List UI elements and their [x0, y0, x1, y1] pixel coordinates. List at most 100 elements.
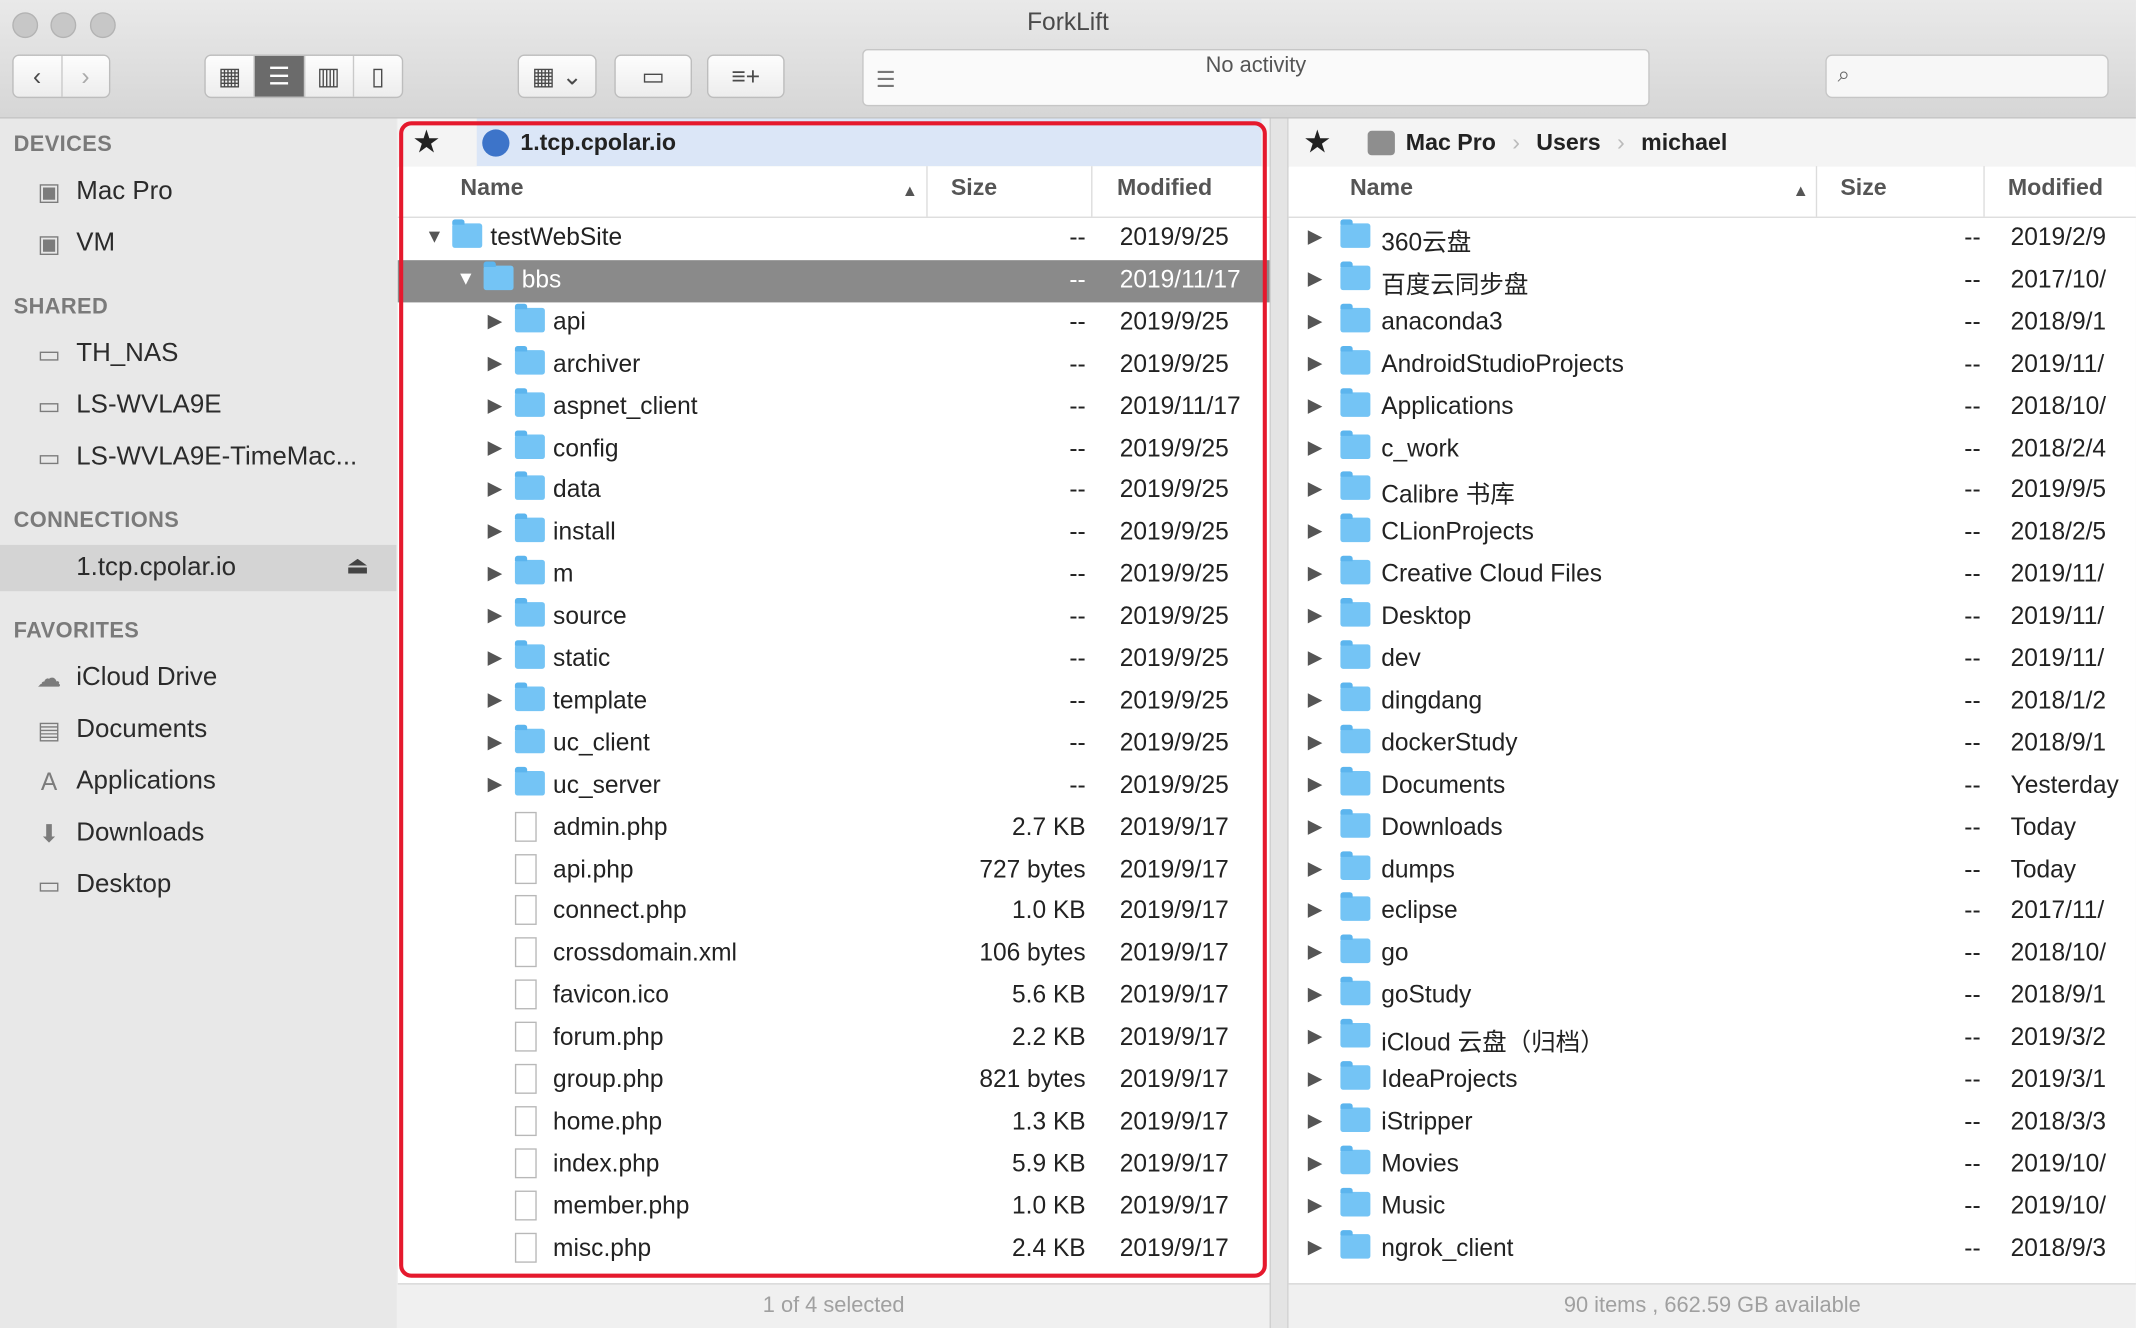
table-row[interactable]: group.php 821 bytes 2019/9/17: [398, 1060, 1270, 1102]
table-row[interactable]: ▶ anaconda3 -- 2018/9/1: [1289, 302, 2136, 344]
disclosure-collapsed-icon[interactable]: ▶: [488, 393, 503, 416]
eject-icon[interactable]: ⏏: [346, 552, 369, 581]
add-favorite-button[interactable]: ≡+: [706, 54, 785, 99]
table-row[interactable]: ▶ uc_server -- 2019/9/25: [398, 765, 1270, 807]
table-row[interactable]: ▶ archiver -- 2019/9/25: [398, 344, 1270, 386]
table-row[interactable]: ▶ Documents -- Yesterday: [1289, 765, 2136, 807]
table-row[interactable]: ▶ 百度云同步盘 -- 2017/10/: [1289, 260, 2136, 302]
search-input[interactable]: ⌕: [1825, 54, 2109, 99]
breadcrumb-item[interactable]: 1.tcp.cpolar.io: [520, 129, 676, 156]
table-row[interactable]: ▶ 360云盘 -- 2019/2/9: [1289, 218, 2136, 260]
disclosure-collapsed-icon[interactable]: ▶: [1308, 1193, 1323, 1216]
disclosure-collapsed-icon[interactable]: ▶: [1308, 519, 1323, 542]
table-row[interactable]: ▼ bbs -- 2019/11/17: [397, 260, 1270, 303]
table-row[interactable]: ▶ static -- 2019/9/25: [398, 639, 1270, 681]
disclosure-collapsed-icon[interactable]: ▶: [1308, 435, 1323, 458]
table-row[interactable]: ▶ dumps -- Today: [1289, 849, 2136, 891]
disclosure-collapsed-icon[interactable]: ▶: [1308, 814, 1323, 837]
disclosure-collapsed-icon[interactable]: ▶: [1308, 1067, 1323, 1090]
arrange-button[interactable]: ▦ ⌄: [517, 54, 597, 99]
sidebar-item-vm[interactable]: ▣ VM: [30, 221, 115, 267]
disclosure-collapsed-icon[interactable]: ▶: [488, 309, 503, 332]
disclosure-collapsed-icon[interactable]: ▶: [1308, 940, 1323, 963]
disclosure-collapsed-icon[interactable]: ▶: [488, 604, 503, 627]
disclosure-collapsed-icon[interactable]: ▶: [1308, 225, 1323, 248]
sidebar-item-ls-wvla9e[interactable]: ▭ LS-WVLA9E: [30, 383, 222, 429]
table-row[interactable]: ▶ c_work -- 2018/2/4: [1289, 428, 2136, 470]
table-row[interactable]: ▶ goStudy -- 2018/9/1: [1289, 976, 2136, 1018]
disclosure-collapsed-icon[interactable]: ▶: [1308, 477, 1323, 500]
disclosure-collapsed-icon[interactable]: ▶: [1308, 688, 1323, 711]
table-row[interactable]: crossdomain.xml 106 bytes 2019/9/17: [398, 934, 1270, 976]
column-modified[interactable]: Modified: [1117, 174, 1212, 201]
table-row[interactable]: ▶ Downloads -- Today: [1289, 807, 2136, 849]
table-row[interactable]: ▶ CLionProjects -- 2018/2/5: [1289, 513, 2136, 555]
table-row[interactable]: ▶ dingdang -- 2018/1/2: [1289, 681, 2136, 723]
disclosure-collapsed-icon[interactable]: ▶: [488, 519, 503, 542]
disclosure-collapsed-icon[interactable]: ▶: [488, 688, 503, 711]
table-row[interactable]: api.php 727 bytes 2019/9/17: [398, 849, 1270, 891]
table-row[interactable]: ▶ Desktop -- 2019/11/: [1289, 597, 2136, 639]
activity-panel[interactable]: ☰ No activity: [862, 49, 1650, 107]
disclosure-collapsed-icon[interactable]: ▶: [1308, 393, 1323, 416]
sidebar-item-mac-pro[interactable]: ▣ Mac Pro: [30, 169, 173, 215]
column-name[interactable]: Name: [1350, 174, 1413, 201]
disclosure-collapsed-icon[interactable]: ▶: [488, 730, 503, 753]
connect-button[interactable]: ▭: [614, 54, 692, 99]
forward-button[interactable]: ›: [62, 56, 109, 97]
sidebar-item-ls-wvla9e-timemachine[interactable]: ▭ LS-WVLA9E-TimeMac...: [30, 435, 357, 481]
table-row[interactable]: ▶ uc_client -- 2019/9/25: [398, 723, 1270, 765]
table-row[interactable]: ▶ aspnet_client -- 2019/11/17: [398, 386, 1270, 428]
disclosure-collapsed-icon[interactable]: ▶: [1308, 646, 1323, 669]
back-button[interactable]: ‹: [14, 55, 62, 97]
disclosure-collapsed-icon[interactable]: ▶: [1308, 267, 1323, 290]
table-row[interactable]: ▶ Music -- 2019/10/: [1289, 1186, 2136, 1228]
table-row[interactable]: ▶ Creative Cloud Files -- 2019/11/: [1289, 555, 2136, 597]
disclosure-collapsed-icon[interactable]: ▶: [1308, 1235, 1323, 1258]
coverflow-view-button[interactable]: ▯: [354, 56, 402, 97]
table-row[interactable]: ▶ install -- 2019/9/25: [398, 513, 1270, 555]
column-size[interactable]: Size: [1840, 174, 1886, 201]
sidebar-item-cpolar-connection[interactable]: 1.tcp.cpolar.io: [76, 545, 236, 591]
table-row[interactable]: member.php 1.0 KB 2019/9/17: [398, 1186, 1270, 1228]
sidebar-item-applications[interactable]: A Applications: [30, 759, 216, 805]
table-row[interactable]: ▶ iStripper -- 2018/3/3: [1289, 1102, 2136, 1144]
table-row[interactable]: ▶ iCloud 云盘（归档） -- 2019/3/2: [1289, 1018, 2136, 1060]
sidebar-item-th-nas[interactable]: ▭ TH_NAS: [30, 331, 178, 377]
favorites-star-icon[interactable]: ★: [414, 119, 438, 167]
breadcrumb-item[interactable]: michael: [1641, 129, 1727, 156]
table-row[interactable]: ▶ ngrok_client -- 2018/9/3: [1289, 1228, 2136, 1270]
disclosure-expanded-icon[interactable]: ▼: [425, 225, 444, 247]
table-row[interactable]: ▶ config -- 2019/9/25: [398, 428, 1270, 470]
column-name[interactable]: Name: [460, 174, 523, 201]
icon-view-button[interactable]: ▦: [206, 55, 256, 97]
table-row[interactable]: index.php 5.9 KB 2019/9/17: [398, 1144, 1270, 1186]
disclosure-collapsed-icon[interactable]: ▶: [1308, 856, 1323, 879]
disclosure-collapsed-icon[interactable]: ▶: [1308, 730, 1323, 753]
favorites-star-icon[interactable]: ★: [1305, 119, 1329, 167]
sidebar-item-documents[interactable]: ▤ Documents: [30, 707, 207, 753]
disclosure-collapsed-icon[interactable]: ▶: [1308, 898, 1323, 921]
disclosure-collapsed-icon[interactable]: ▶: [1308, 561, 1323, 584]
table-row[interactable]: ▶ eclipse -- 2017/11/: [1289, 891, 2136, 933]
table-row[interactable]: misc.php 2.4 KB 2019/9/17: [398, 1228, 1270, 1270]
sidebar-item-desktop[interactable]: ▭ Desktop: [30, 862, 171, 908]
disclosure-collapsed-icon[interactable]: ▶: [1308, 1151, 1323, 1174]
table-row[interactable]: ▶ dev -- 2019/11/: [1289, 639, 2136, 681]
table-row[interactable]: ▼ testWebSite -- 2019/9/25: [398, 218, 1270, 260]
breadcrumb-item[interactable]: Users: [1536, 129, 1600, 156]
breadcrumb-item[interactable]: Mac Pro: [1406, 129, 1496, 156]
table-row[interactable]: admin.php 2.7 KB 2019/9/17: [398, 807, 1270, 849]
sidebar-item-downloads[interactable]: ⬇ Downloads: [30, 811, 205, 857]
table-row[interactable]: forum.php 2.2 KB 2019/9/17: [398, 1018, 1270, 1060]
table-row[interactable]: ▶ source -- 2019/9/25: [398, 597, 1270, 639]
disclosure-collapsed-icon[interactable]: ▶: [1308, 1025, 1323, 1048]
disclosure-collapsed-icon[interactable]: ▶: [488, 561, 503, 584]
disclosure-collapsed-icon[interactable]: ▶: [1308, 309, 1323, 332]
disclosure-collapsed-icon[interactable]: ▶: [488, 772, 503, 795]
disclosure-collapsed-icon[interactable]: ▶: [488, 477, 503, 500]
disclosure-collapsed-icon[interactable]: ▶: [488, 646, 503, 669]
column-modified[interactable]: Modified: [2008, 174, 2103, 201]
disclosure-collapsed-icon[interactable]: ▶: [1308, 1109, 1323, 1132]
column-view-button[interactable]: ▥: [304, 55, 354, 97]
